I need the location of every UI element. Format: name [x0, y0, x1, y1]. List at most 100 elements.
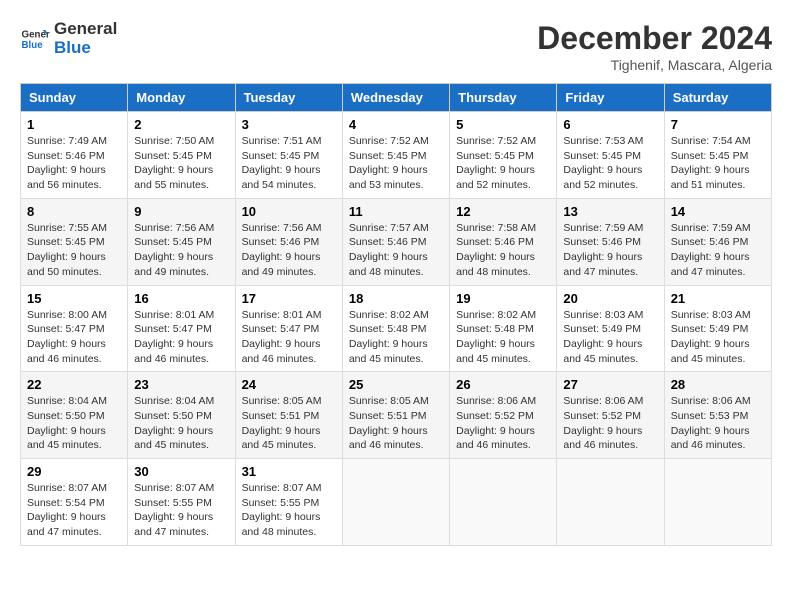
day-detail: Sunrise: 8:03 AMSunset: 5:49 PMDaylight:…: [563, 309, 643, 365]
day-detail: Sunrise: 7:59 AMSunset: 5:46 PMDaylight:…: [563, 222, 643, 278]
table-row: [342, 459, 449, 546]
day-detail: Sunrise: 8:07 AMSunset: 5:54 PMDaylight:…: [27, 482, 107, 538]
table-row: 11 Sunrise: 7:57 AMSunset: 5:46 PMDaylig…: [342, 198, 449, 285]
day-number: 13: [563, 204, 657, 219]
table-row: [557, 459, 664, 546]
day-detail: Sunrise: 7:59 AMSunset: 5:46 PMDaylight:…: [671, 222, 751, 278]
table-row: 5 Sunrise: 7:52 AMSunset: 5:45 PMDayligh…: [450, 112, 557, 199]
week-row-2: 8 Sunrise: 7:55 AMSunset: 5:45 PMDayligh…: [21, 198, 772, 285]
day-detail: Sunrise: 7:54 AMSunset: 5:45 PMDaylight:…: [671, 135, 751, 191]
table-row: 7 Sunrise: 7:54 AMSunset: 5:45 PMDayligh…: [664, 112, 771, 199]
header-row: Sunday Monday Tuesday Wednesday Thursday…: [21, 84, 772, 112]
table-row: 25 Sunrise: 8:05 AMSunset: 5:51 PMDaylig…: [342, 372, 449, 459]
day-detail: Sunrise: 8:06 AMSunset: 5:53 PMDaylight:…: [671, 395, 751, 451]
col-friday: Friday: [557, 84, 664, 112]
day-number: 24: [242, 377, 336, 392]
table-row: 30 Sunrise: 8:07 AMSunset: 5:55 PMDaylig…: [128, 459, 235, 546]
day-detail: Sunrise: 7:57 AMSunset: 5:46 PMDaylight:…: [349, 222, 429, 278]
col-wednesday: Wednesday: [342, 84, 449, 112]
day-detail: Sunrise: 8:02 AMSunset: 5:48 PMDaylight:…: [349, 309, 429, 365]
day-detail: Sunrise: 8:01 AMSunset: 5:47 PMDaylight:…: [242, 309, 322, 365]
col-thursday: Thursday: [450, 84, 557, 112]
day-number: 17: [242, 291, 336, 306]
day-detail: Sunrise: 8:03 AMSunset: 5:49 PMDaylight:…: [671, 309, 751, 365]
table-row: 15 Sunrise: 8:00 AMSunset: 5:47 PMDaylig…: [21, 285, 128, 372]
day-detail: Sunrise: 8:06 AMSunset: 5:52 PMDaylight:…: [456, 395, 536, 451]
col-monday: Monday: [128, 84, 235, 112]
day-number: 1: [27, 117, 121, 132]
table-row: 24 Sunrise: 8:05 AMSunset: 5:51 PMDaylig…: [235, 372, 342, 459]
svg-text:Blue: Blue: [22, 40, 44, 51]
day-detail: Sunrise: 7:55 AMSunset: 5:45 PMDaylight:…: [27, 222, 107, 278]
table-row: 8 Sunrise: 7:55 AMSunset: 5:45 PMDayligh…: [21, 198, 128, 285]
day-detail: Sunrise: 8:06 AMSunset: 5:52 PMDaylight:…: [563, 395, 643, 451]
day-detail: Sunrise: 7:49 AMSunset: 5:46 PMDaylight:…: [27, 135, 107, 191]
day-detail: Sunrise: 7:56 AMSunset: 5:45 PMDaylight:…: [134, 222, 214, 278]
table-row: [664, 459, 771, 546]
table-row: 28 Sunrise: 8:06 AMSunset: 5:53 PMDaylig…: [664, 372, 771, 459]
location-subtitle: Tighenif, Mascara, Algeria: [537, 57, 772, 73]
day-number: 16: [134, 291, 228, 306]
day-number: 6: [563, 117, 657, 132]
day-number: 2: [134, 117, 228, 132]
day-number: 18: [349, 291, 443, 306]
logo-icon: General Blue: [20, 24, 50, 54]
table-row: 29 Sunrise: 8:07 AMSunset: 5:54 PMDaylig…: [21, 459, 128, 546]
day-number: 31: [242, 464, 336, 479]
day-number: 22: [27, 377, 121, 392]
day-number: 5: [456, 117, 550, 132]
week-row-3: 15 Sunrise: 8:00 AMSunset: 5:47 PMDaylig…: [21, 285, 772, 372]
week-row-1: 1 Sunrise: 7:49 AMSunset: 5:46 PMDayligh…: [21, 112, 772, 199]
table-row: 6 Sunrise: 7:53 AMSunset: 5:45 PMDayligh…: [557, 112, 664, 199]
table-row: 26 Sunrise: 8:06 AMSunset: 5:52 PMDaylig…: [450, 372, 557, 459]
table-row: 22 Sunrise: 8:04 AMSunset: 5:50 PMDaylig…: [21, 372, 128, 459]
day-detail: Sunrise: 8:05 AMSunset: 5:51 PMDaylight:…: [242, 395, 322, 451]
table-row: 1 Sunrise: 7:49 AMSunset: 5:46 PMDayligh…: [21, 112, 128, 199]
day-number: 20: [563, 291, 657, 306]
day-number: 10: [242, 204, 336, 219]
table-row: 16 Sunrise: 8:01 AMSunset: 5:47 PMDaylig…: [128, 285, 235, 372]
day-number: 19: [456, 291, 550, 306]
day-detail: Sunrise: 8:02 AMSunset: 5:48 PMDaylight:…: [456, 309, 536, 365]
day-number: 9: [134, 204, 228, 219]
day-detail: Sunrise: 8:01 AMSunset: 5:47 PMDaylight:…: [134, 309, 214, 365]
day-detail: Sunrise: 7:58 AMSunset: 5:46 PMDaylight:…: [456, 222, 536, 278]
page-header: General Blue General Blue December 2024 …: [20, 20, 772, 73]
table-row: 21 Sunrise: 8:03 AMSunset: 5:49 PMDaylig…: [664, 285, 771, 372]
table-row: 9 Sunrise: 7:56 AMSunset: 5:45 PMDayligh…: [128, 198, 235, 285]
table-row: [450, 459, 557, 546]
day-detail: Sunrise: 7:52 AMSunset: 5:45 PMDaylight:…: [349, 135, 429, 191]
day-number: 11: [349, 204, 443, 219]
day-number: 29: [27, 464, 121, 479]
day-detail: Sunrise: 8:04 AMSunset: 5:50 PMDaylight:…: [27, 395, 107, 451]
day-number: 28: [671, 377, 765, 392]
day-number: 7: [671, 117, 765, 132]
day-detail: Sunrise: 8:05 AMSunset: 5:51 PMDaylight:…: [349, 395, 429, 451]
logo: General Blue General Blue: [20, 20, 117, 57]
title-block: December 2024 Tighenif, Mascara, Algeria: [537, 20, 772, 73]
day-number: 14: [671, 204, 765, 219]
table-row: 2 Sunrise: 7:50 AMSunset: 5:45 PMDayligh…: [128, 112, 235, 199]
table-row: 19 Sunrise: 8:02 AMSunset: 5:48 PMDaylig…: [450, 285, 557, 372]
table-row: 18 Sunrise: 8:02 AMSunset: 5:48 PMDaylig…: [342, 285, 449, 372]
table-row: 3 Sunrise: 7:51 AMSunset: 5:45 PMDayligh…: [235, 112, 342, 199]
day-detail: Sunrise: 8:07 AMSunset: 5:55 PMDaylight:…: [242, 482, 322, 538]
table-row: 27 Sunrise: 8:06 AMSunset: 5:52 PMDaylig…: [557, 372, 664, 459]
day-number: 21: [671, 291, 765, 306]
day-number: 27: [563, 377, 657, 392]
day-number: 4: [349, 117, 443, 132]
day-detail: Sunrise: 8:00 AMSunset: 5:47 PMDaylight:…: [27, 309, 107, 365]
calendar-table: Sunday Monday Tuesday Wednesday Thursday…: [20, 83, 772, 546]
day-number: 12: [456, 204, 550, 219]
col-sunday: Sunday: [21, 84, 128, 112]
table-row: 31 Sunrise: 8:07 AMSunset: 5:55 PMDaylig…: [235, 459, 342, 546]
day-detail: Sunrise: 8:07 AMSunset: 5:55 PMDaylight:…: [134, 482, 214, 538]
day-number: 3: [242, 117, 336, 132]
table-row: 10 Sunrise: 7:56 AMSunset: 5:46 PMDaylig…: [235, 198, 342, 285]
day-detail: Sunrise: 7:50 AMSunset: 5:45 PMDaylight:…: [134, 135, 214, 191]
col-saturday: Saturday: [664, 84, 771, 112]
day-number: 23: [134, 377, 228, 392]
table-row: 20 Sunrise: 8:03 AMSunset: 5:49 PMDaylig…: [557, 285, 664, 372]
table-row: 23 Sunrise: 8:04 AMSunset: 5:50 PMDaylig…: [128, 372, 235, 459]
day-number: 8: [27, 204, 121, 219]
